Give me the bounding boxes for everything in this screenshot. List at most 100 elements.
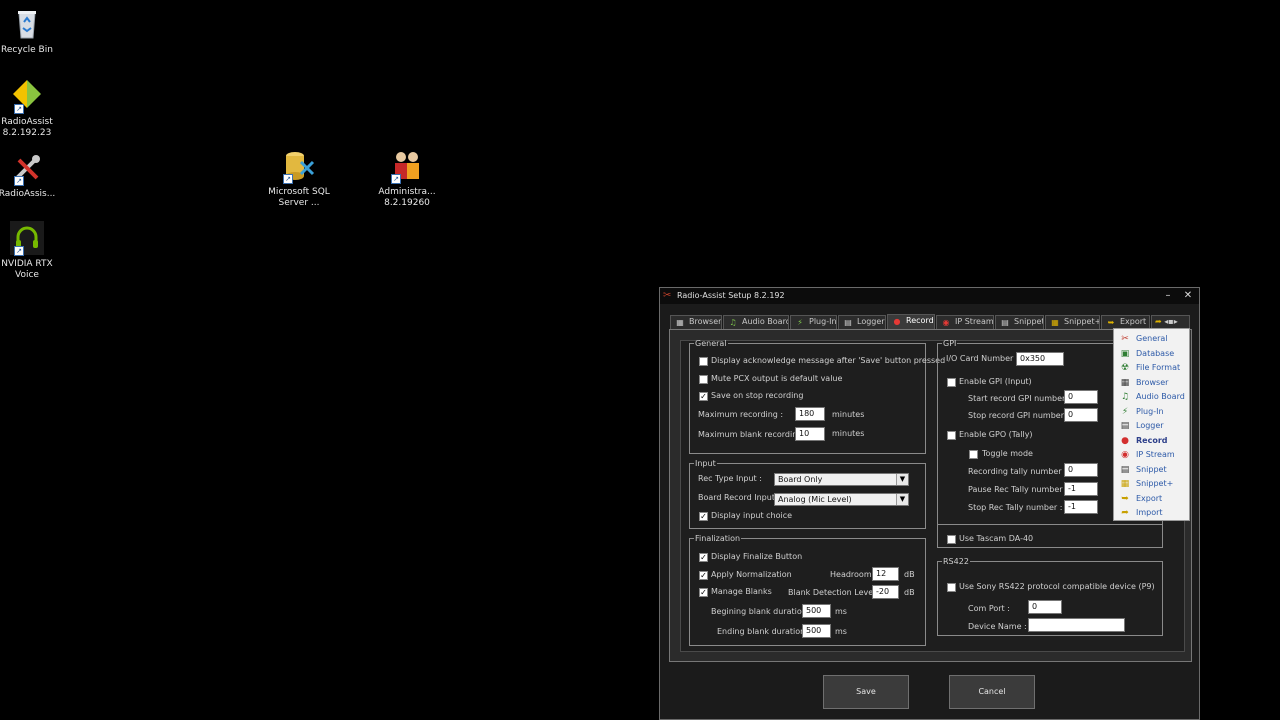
- menu-item-label: Audio Board: [1136, 392, 1185, 401]
- menu-item-browser[interactable]: ▦ Browser: [1114, 376, 1189, 390]
- menu-item-plug-in[interactable]: ⚡ Plug-In: [1114, 405, 1189, 419]
- pause-tally-label: Pause Rec Tally number :: [968, 485, 1068, 494]
- enable-gpo-checkbox[interactable]: [947, 431, 956, 440]
- menu-item-snippet[interactable]: ▦ Snippet+: [1114, 477, 1189, 491]
- enable-gpi-checkbox[interactable]: [947, 378, 956, 387]
- display-input-choice-checkbox[interactable]: ✓: [699, 512, 708, 521]
- begin-blank-input[interactable]: 500: [802, 604, 831, 618]
- desktop-icon-recycle-bin[interactable]: Recycle Bin: [0, 6, 65, 56]
- headroom-input[interactable]: 12: [872, 567, 899, 581]
- menu-item-label: File Format: [1136, 363, 1181, 372]
- logger-icon: ▤: [1120, 421, 1130, 431]
- tab-scroll-arrows-icon: ◂▪▸: [1164, 317, 1178, 326]
- menu-item-audio-board[interactable]: ♫ Audio Board: [1114, 390, 1189, 404]
- device-name-input[interactable]: [1028, 618, 1125, 632]
- menu-item-import[interactable]: ➦ Import: [1114, 506, 1189, 520]
- shortcut-arrow-icon: ↗: [14, 104, 24, 114]
- tools-icon: ↗: [9, 150, 45, 186]
- toggle-mode-checkbox[interactable]: [969, 450, 978, 459]
- stop-tally-label: Stop Rec Tally number :: [968, 503, 1063, 512]
- browser-icon: ▦: [1120, 377, 1130, 388]
- io-card-input[interactable]: 0x350: [1016, 352, 1064, 366]
- desktop-icon-label: Administra... 8.2.19260: [378, 187, 436, 208]
- board-record-label: Board Record Input :: [698, 493, 781, 502]
- max-blank-unit: minutes: [832, 429, 865, 438]
- com-port-input[interactable]: 0: [1028, 600, 1062, 614]
- desktop-icon-radioassist-tools[interactable]: ↗ RadioAssis...: [0, 150, 65, 200]
- stop-tally-input[interactable]: -1: [1064, 500, 1098, 514]
- menu-item-export[interactable]: ➥ Export: [1114, 492, 1189, 506]
- close-button[interactable]: ✕: [1179, 289, 1197, 302]
- manage-blanks-checkbox[interactable]: ✓: [699, 588, 708, 597]
- apply-normalization-label: Apply Normalization: [711, 570, 792, 579]
- title-bar: ✂ Radio-Assist Setup 8.2.192 – ✕: [660, 288, 1199, 304]
- minimize-button[interactable]: –: [1159, 289, 1177, 302]
- max-recording-unit: minutes: [832, 410, 865, 419]
- menu-item-label: Import: [1136, 508, 1163, 517]
- tab-strip: ▦ Browser ♫ Audio Board ⚡ Plug-In ▤ Logger ●…: [670, 314, 1190, 329]
- blank-detection-input[interactable]: -20: [872, 585, 899, 599]
- menu-item-general[interactable]: ✂ General: [1114, 332, 1189, 346]
- shortcut-arrow-icon: ↗: [391, 174, 401, 184]
- display-input-choice-label: Display input choice: [711, 511, 793, 520]
- end-blank-input[interactable]: 500: [802, 624, 831, 638]
- use-sony-rs422-label: Use Sony RS422 protocol compatible devic…: [959, 582, 1155, 591]
- menu-item-label: Record: [1136, 435, 1168, 445]
- snippet-icon: ▤: [1001, 318, 1009, 327]
- apply-normalization-checkbox[interactable]: ✓: [699, 571, 708, 580]
- tab-scroll-buttons[interactable]: ➦ ◂▪▸: [1151, 315, 1190, 329]
- menu-item-record[interactable]: ● Record: [1114, 434, 1189, 448]
- stop-rec-gpi-input[interactable]: 0: [1064, 408, 1098, 422]
- headset-icon: ↗: [9, 220, 45, 256]
- end-blank-label: Ending blank duration :: [717, 627, 811, 636]
- menu-item-ip-stream[interactable]: ◉ IP Stream: [1114, 448, 1189, 462]
- snippet-icon: ▤: [1120, 464, 1130, 475]
- menu-item-database[interactable]: ▣ Database: [1114, 347, 1189, 361]
- menu-item-logger[interactable]: ▤ Logger: [1114, 419, 1189, 433]
- board-record-select[interactable]: Analog (Mic Level) ▼: [774, 493, 909, 506]
- tab-ip-stream[interactable]: ◉ IP Stream: [936, 315, 994, 329]
- display-finalize-checkbox[interactable]: ✓: [699, 553, 708, 562]
- tab-record[interactable]: ● Record: [887, 314, 935, 329]
- rec-type-select[interactable]: Board Only ▼: [774, 473, 909, 486]
- ack-message-checkbox[interactable]: [699, 357, 708, 366]
- max-blank-input[interactable]: 10: [795, 427, 825, 441]
- toggle-mode-label: Toggle mode: [982, 449, 1033, 458]
- cancel-button[interactable]: Cancel: [949, 675, 1035, 709]
- menu-item-file-format[interactable]: ☢ File Format: [1114, 361, 1189, 375]
- io-card-label: I/O Card Number :: [946, 354, 1019, 363]
- tab-browser[interactable]: ▦ Browser: [670, 315, 722, 329]
- max-recording-label: Maximum recording :: [698, 410, 784, 419]
- desktop-icon-nvidia-rtx-voice[interactable]: ↗ NVIDIA RTX Voice: [0, 220, 65, 281]
- tab-plug-in[interactable]: ⚡ Plug-In: [790, 315, 837, 329]
- database-icon: ▣: [1120, 348, 1130, 359]
- rec-tally-input[interactable]: 0: [1064, 463, 1098, 477]
- tab-logger[interactable]: ▤ Logger: [838, 315, 886, 329]
- menu-item-label: General: [1136, 334, 1168, 343]
- snippet-plus-icon: ▦: [1051, 318, 1059, 327]
- pause-tally-input[interactable]: -1: [1064, 482, 1098, 496]
- input-legend: Input: [695, 459, 716, 468]
- desktop-icon-radioassist[interactable]: ↗ RadioAssist 8.2.192.23: [0, 78, 65, 139]
- headroom-unit: dB: [904, 570, 915, 579]
- logger-icon: ▤: [844, 318, 852, 327]
- use-sony-rs422-checkbox[interactable]: [947, 583, 956, 592]
- tab-snippet[interactable]: ▤ Snippet: [995, 315, 1044, 329]
- save-on-stop-checkbox[interactable]: ✓: [699, 392, 708, 401]
- begin-blank-label: Begining blank duration :: [711, 607, 813, 616]
- start-rec-gpi-input[interactable]: 0: [1064, 390, 1098, 404]
- tab-snippet-plus[interactable]: ▦ Snippet+: [1045, 315, 1100, 329]
- import-icon: ➦: [1155, 317, 1162, 326]
- record-icon: ●: [1121, 435, 1129, 446]
- menu-item-label: Logger: [1136, 421, 1164, 430]
- max-recording-input[interactable]: 180: [795, 407, 825, 421]
- save-button[interactable]: Save: [823, 675, 909, 709]
- tab-audio-board[interactable]: ♫ Audio Board: [723, 315, 789, 329]
- menu-item-snippet[interactable]: ▤ Snippet: [1114, 463, 1189, 477]
- desktop-icon-administrator[interactable]: ↗ Administra... 8.2.19260: [369, 148, 445, 209]
- shortcut-arrow-icon: ↗: [283, 174, 293, 184]
- use-tascam-checkbox[interactable]: [947, 535, 956, 544]
- mute-pcx-checkbox[interactable]: [699, 375, 708, 384]
- tab-export[interactable]: ➥ Export: [1101, 315, 1150, 329]
- desktop-icon-sql-server[interactable]: ↗ Microsoft SQL Server ...: [261, 148, 337, 209]
